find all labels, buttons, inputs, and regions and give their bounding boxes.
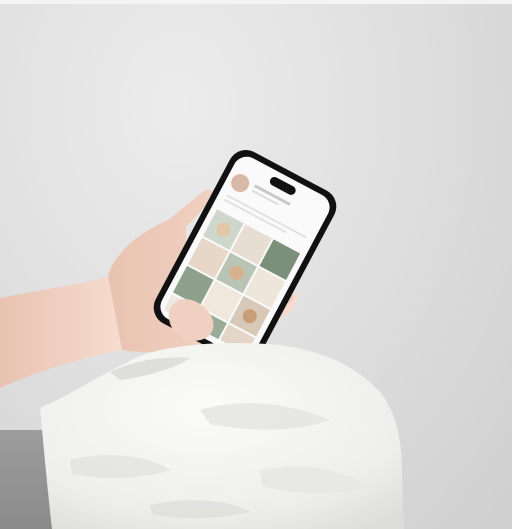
plaster-rock <box>40 343 404 529</box>
scene-art <box>0 149 404 529</box>
photo-scene <box>0 0 512 529</box>
